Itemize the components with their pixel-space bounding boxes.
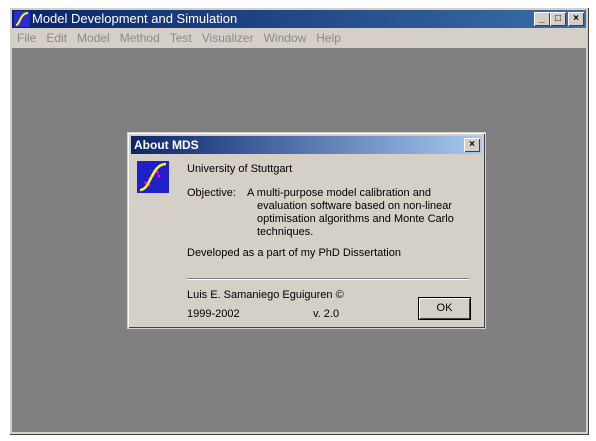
minimize-button[interactable]: _	[534, 12, 550, 26]
menu-test[interactable]: Test	[165, 29, 197, 47]
title-bar[interactable]: Model Development and Simulation _ □ ×	[12, 10, 586, 28]
objective-line-3: optimisation algorithms and Monte Carlo	[257, 213, 454, 225]
dialog-title-bar[interactable]: About MDS ×	[131, 136, 482, 154]
developed-label: Developed as a part of my PhD Dissertati…	[187, 247, 401, 259]
menu-window[interactable]: Window	[259, 29, 312, 47]
about-dialog: About MDS × University of Stuttgart Obje…	[128, 133, 485, 328]
app-icon	[14, 11, 30, 27]
objective-line-1: A multi-purpose model calibration and	[247, 187, 432, 199]
ok-button[interactable]: OK	[418, 297, 471, 320]
menu-method[interactable]: Method	[115, 29, 165, 47]
objective-line-4: techniques.	[257, 226, 314, 238]
menu-help[interactable]: Help	[311, 29, 346, 47]
author-label: Luis E. Samaniego Eguiguren ©	[187, 289, 344, 301]
mds-logo-icon	[137, 161, 169, 193]
maximize-button[interactable]: □	[550, 12, 566, 26]
objective-line-2: evaluation software based on non-linear	[257, 200, 453, 212]
objective-label: Objective:	[187, 187, 236, 199]
window-controls: _ □ ×	[534, 12, 584, 26]
window-title: Model Development and Simulation	[32, 11, 238, 26]
dialog-title: About MDS	[134, 138, 199, 152]
menu-model[interactable]: Model	[72, 29, 115, 47]
close-button[interactable]: ×	[568, 12, 584, 26]
version-label: v. 2.0	[313, 308, 340, 320]
app-window: Model Development and Simulation _ □ × F…	[9, 7, 589, 435]
menu-bar: File Edit Model Method Test Visualizer W…	[12, 29, 586, 47]
menu-edit[interactable]: Edit	[41, 29, 72, 47]
years-label: 1999-2002	[187, 308, 240, 320]
menu-file[interactable]: File	[12, 29, 41, 47]
university-label: University of Stuttgart	[187, 163, 293, 175]
separator	[187, 278, 469, 280]
dialog-close-button[interactable]: ×	[464, 138, 480, 152]
menu-visualizer[interactable]: Visualizer	[197, 29, 259, 47]
